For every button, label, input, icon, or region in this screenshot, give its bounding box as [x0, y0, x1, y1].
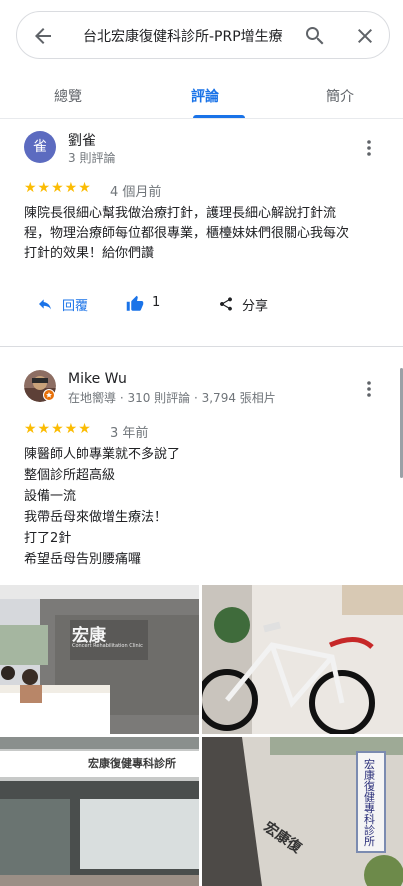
photo-signboard[interactable]: 宏康復健專科診所 宏康復 [202, 737, 403, 886]
reviewer-name[interactable]: 劉雀 [68, 130, 96, 150]
search-bar[interactable]: 台北宏康復健科診所-PRP增生療 [16, 11, 390, 59]
tab-overview[interactable]: 總覽 [54, 86, 82, 106]
photo-banner-text: 宏康復健專科診所 [88, 757, 176, 770]
thumbs-up-icon[interactable] [126, 295, 144, 313]
review-date: 4 個月前 [110, 185, 162, 200]
star-rating: ★★★★★ [24, 421, 92, 437]
like-count: 1 [152, 295, 161, 310]
review-date: 3 年前 [110, 426, 149, 441]
reviewer-meta: 在地嚮導 · 310 則評論 · 3,794 張相片 [68, 391, 276, 405]
photo-sign-text: 宏康復健專科診所 [364, 758, 375, 848]
review-text: 陳院長很細心幫我做治療打針，護理長細心解說打針流 程，物理治療師每位都很專業，櫃… [24, 204, 382, 264]
review-line: 打針的效果！給你們讚 [24, 246, 155, 261]
photo-exterior[interactable]: 宏康復健專科診所 [0, 737, 199, 886]
reviewer-name[interactable]: Mike Wu [68, 371, 127, 387]
review-line: 設備一流 [24, 489, 77, 504]
star-rating: ★★★★★ [24, 180, 92, 196]
review-line: 陳醫師人帥專業就不多說了 [24, 447, 181, 462]
avatar[interactable]: 雀 [24, 131, 56, 163]
review-text: 陳醫師人帥專業就不多說了 整個診所超高級 設備一流 我帶岳母來做增生療法！ 打了… [24, 444, 382, 570]
tab-reviews[interactable]: 評論 [191, 86, 219, 106]
local-guide-badge-icon [43, 389, 55, 401]
search-input[interactable]: 台北宏康復健科診所-PRP增生療 [83, 26, 293, 46]
review-line: 程，物理治療師每位都很專業，櫃檯妹妹們很關心我每次 [24, 226, 350, 241]
review-line: 整個診所超高級 [24, 468, 116, 483]
back-arrow-icon[interactable] [31, 24, 55, 48]
more-options-icon[interactable] [362, 138, 376, 158]
share-icon[interactable] [218, 295, 234, 313]
photo-clinic-en: Concert Rehabilitation Clinic [72, 643, 143, 649]
photo-reception[interactable]: 宏康 Concert Rehabilitation Clinic [0, 585, 199, 734]
review-card: 雀 劉雀 3 則評論 ★★★★★ 4 個月前 陳院長很細心幫我做治療打針，護理長… [0, 118, 403, 348]
reviewer-meta: 3 則評論 [68, 151, 116, 165]
share-button[interactable]: 分享 [242, 295, 268, 314]
review-line: 打了2針 [24, 531, 72, 546]
review-line: 我帶岳母來做增生療法！ [24, 510, 168, 525]
reply-icon[interactable] [37, 296, 53, 312]
review-line: 希望岳母告別腰痛囉 [24, 552, 142, 567]
review-card: Mike Wu 在地嚮導 · 310 則評論 · 3,794 張相片 ★★★★★… [0, 347, 403, 585]
more-options-icon[interactable] [362, 379, 376, 399]
close-icon[interactable] [353, 24, 377, 48]
review-line: 陳院長很細心幫我做治療打針，護理長細心解說打針流 [24, 206, 337, 221]
search-icon[interactable] [303, 24, 327, 48]
tab-bar: 總覽 評論 簡介 [0, 70, 403, 119]
photo-bicycle[interactable] [202, 585, 403, 734]
tab-about[interactable]: 簡介 [326, 86, 354, 106]
reply-button[interactable]: 回覆 [62, 295, 88, 314]
review-photos: 宏康 Concert Rehabilitation Clinic 宏康復健專科診… [0, 585, 403, 886]
